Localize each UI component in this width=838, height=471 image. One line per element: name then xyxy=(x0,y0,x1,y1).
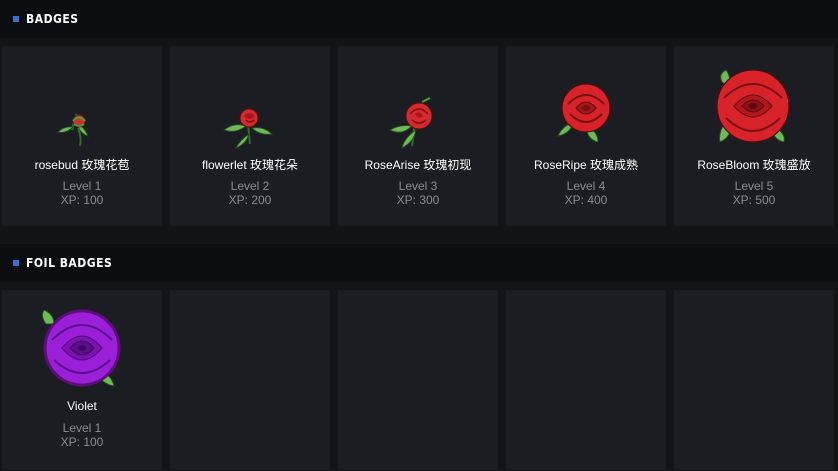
badge-name: rosebud 玫瑰花苞 xyxy=(34,158,130,172)
small-rose-icon xyxy=(170,64,330,156)
foil-badges-row: Violet Level 1 XP: 100 xyxy=(0,290,838,470)
rose-bloom-icon xyxy=(674,64,834,156)
badge-name: RoseBloom 玫瑰盛放 xyxy=(697,158,811,172)
badge-level: Level 2 xyxy=(230,179,270,193)
badge-level: Level 5 xyxy=(734,179,774,193)
rosebud-icon xyxy=(2,64,162,156)
badges-section-title: BADGES xyxy=(26,12,79,26)
rose-ripe-icon xyxy=(506,64,666,156)
badge-level: Level 3 xyxy=(398,179,438,193)
badges-row: rosebud 玫瑰花苞 Level 1 XP: 100 flowerlet 玫… xyxy=(0,46,838,226)
foil-badges-section-title: FOIL BADGES xyxy=(26,256,113,270)
badge-xp: XP: 200 xyxy=(228,193,272,207)
section-marker-icon xyxy=(13,260,19,266)
badge-card[interactable]: RoseRipe 玫瑰成熟 Level 4 XP: 400 xyxy=(506,46,666,226)
empty-badge-slot xyxy=(506,290,666,470)
badge-xp: XP: 100 xyxy=(60,193,104,207)
badge-xp: XP: 300 xyxy=(396,193,440,207)
badge-card[interactable]: RoseArise 玫瑰初现 Level 3 XP: 300 xyxy=(338,46,498,226)
badge-xp: XP: 500 xyxy=(732,193,776,207)
badge-name: RoseArise 玫瑰初现 xyxy=(364,158,472,172)
empty-badge-slot xyxy=(170,290,330,470)
foil-badge-level: Level 1 xyxy=(62,421,102,435)
rose-arise-icon xyxy=(338,64,498,156)
badge-level: Level 1 xyxy=(62,179,102,193)
badge-card[interactable]: RoseBloom 玫瑰盛放 Level 5 XP: 500 xyxy=(674,46,834,226)
badge-name: flowerlet 玫瑰花朵 xyxy=(201,158,299,172)
empty-badge-slot xyxy=(674,290,834,470)
badges-section-header: BADGES xyxy=(0,0,838,38)
badge-xp: XP: 400 xyxy=(564,193,608,207)
foil-badge-card[interactable]: Violet Level 1 XP: 100 xyxy=(2,290,162,470)
foil-badge-name: Violet xyxy=(67,399,97,413)
badge-level: Level 4 xyxy=(566,179,606,193)
badge-name: RoseRipe 玫瑰成熟 xyxy=(533,158,639,172)
empty-badge-slot xyxy=(338,290,498,470)
section-marker-icon xyxy=(13,16,19,22)
violet-rose-icon xyxy=(2,292,162,387)
badge-card[interactable]: rosebud 玫瑰花苞 Level 1 XP: 100 xyxy=(2,46,162,226)
badge-card[interactable]: flowerlet 玫瑰花朵 Level 2 XP: 200 xyxy=(170,46,330,226)
foil-badge-xp: XP: 100 xyxy=(60,435,104,449)
foil-badges-section-header: FOIL BADGES xyxy=(0,244,838,282)
